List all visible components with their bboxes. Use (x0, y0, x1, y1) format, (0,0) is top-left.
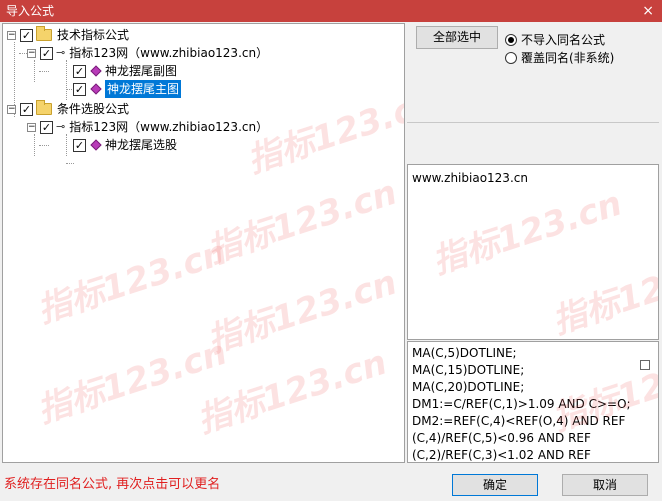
tree-connector (66, 163, 74, 164)
select-all-button[interactable]: 全部选中 (416, 26, 498, 49)
formula-icon (90, 139, 102, 151)
cancel-button[interactable]: 取消 (562, 474, 648, 496)
checkbox[interactable]: ✓ (40, 120, 53, 134)
tree-group-label: 条件选股公式 (57, 102, 130, 116)
radio-label: 覆盖同名(非系统) (521, 51, 615, 65)
tree-item-label: 神龙摆尾副图 (105, 64, 178, 78)
tree-source-node[interactable]: − ✓ ⊸ 指标123网（www.zhibiao123.cn） (27, 44, 268, 62)
formula-preview[interactable]: MA(C,5)DOTLINE; MA(C,15)DOTLINE; MA(C,20… (407, 341, 659, 463)
radio-icon[interactable] (505, 51, 517, 64)
collapse-icon[interactable]: − (7, 104, 16, 114)
radio-label: 不导入同名公式 (521, 33, 606, 47)
formula-line: (C,2)/REF(C,3)<1.02 AND REF (412, 448, 591, 462)
formula-tree[interactable]: − ✓ 技术指标公式 − ✓ ⊸ 指标123网（www.zhibiao123.c… (2, 23, 405, 463)
radio-overwrite-same[interactable]: 覆盖同名(非系统) (505, 49, 614, 66)
tree-item[interactable]: ✓ 神龙摆尾选股 (73, 136, 177, 154)
collapse-icon[interactable]: − (7, 30, 16, 40)
checkbox[interactable]: ✓ (20, 102, 33, 116)
tree-item[interactable]: ✓ 神龙摆尾副图 (73, 62, 177, 80)
checkbox[interactable]: ✓ (40, 46, 53, 60)
radio-icon[interactable] (505, 33, 517, 46)
tree-connector (39, 71, 49, 72)
folder-icon (36, 26, 52, 41)
checkbox[interactable]: ✓ (73, 82, 86, 96)
watermark: 指标123.cn (202, 262, 402, 362)
checkbox[interactable]: ✓ (20, 28, 33, 42)
checkbox[interactable] (640, 360, 650, 370)
formula-line: DM2:=REF(C,4)<REF(O,4) AND REF (412, 414, 626, 428)
tree-connector (34, 134, 35, 156)
tree-item-label: 神龙摆尾选股 (105, 138, 178, 152)
ok-button[interactable]: 确定 (452, 474, 538, 496)
formula-icon (90, 83, 102, 95)
checkbox[interactable]: ✓ (73, 64, 86, 78)
watermark: 指标123.cn (547, 243, 659, 340)
tree-item-label: 神龙摆尾主图 (105, 80, 182, 98)
tree-connector (39, 145, 49, 146)
tree-connector (66, 60, 67, 100)
formula-line: MA(C,15)DOTLINE; (412, 363, 525, 377)
checkbox[interactable]: ✓ (73, 138, 86, 152)
options-separator (407, 122, 659, 164)
tree-source-label: 指标123网（www.zhibiao123.cn） (69, 120, 269, 134)
watermark: 指标123.cn (202, 172, 402, 272)
tree-source-node[interactable]: − ✓ ⊸ 指标123网（www.zhibiao123.cn） (27, 118, 268, 136)
folder-icon (36, 100, 52, 115)
key-icon: ⊸ (56, 46, 66, 59)
formula-icon (90, 65, 102, 77)
watermark: 指标123.cn (32, 332, 232, 432)
formula-line: MA(C,20)DOTLINE; (412, 380, 525, 394)
collapse-icon[interactable]: − (27, 48, 36, 58)
collapse-icon[interactable]: − (27, 122, 36, 132)
key-icon: ⊸ (56, 120, 66, 133)
watermark: 指标123.cn (192, 342, 392, 442)
tree-group-stock-selection[interactable]: − ✓ 条件选股公式 (7, 100, 129, 118)
tree-source-label: 指标123网（www.zhibiao123.cn） (69, 46, 269, 60)
info-panel: www.zhibiao123.cn 指标123.cn 指标123.cn (407, 164, 659, 340)
close-icon[interactable]: × (642, 0, 654, 22)
radio-no-import-same[interactable]: 不导入同名公式 (505, 31, 605, 48)
tree-connector (66, 134, 67, 156)
tree-connector (34, 60, 35, 82)
info-url: www.zhibiao123.cn (412, 171, 528, 185)
watermark: 指标123.cn (427, 183, 627, 283)
tree-item[interactable]: ✓ 神龙摆尾主图 (73, 80, 182, 98)
formula-line: MA(C,5)DOTLINE; (412, 346, 517, 360)
tree-group-label: 技术指标公式 (57, 28, 130, 42)
tree-group-tech-indicators[interactable]: − ✓ 技术指标公式 (7, 26, 129, 44)
window-title: 导入公式 (6, 4, 55, 18)
formula-line: DM1:=C/REF(C,1)>1.09 AND C>=O; (412, 397, 631, 411)
status-message: 系统存在同名公式, 再次点击可以更名 (4, 477, 221, 492)
title-bar: 导入公式 × (0, 0, 662, 22)
watermark: 指标123.cn (32, 232, 232, 332)
formula-line: (C,4)/REF(C,5)<0.96 AND REF (412, 431, 591, 445)
